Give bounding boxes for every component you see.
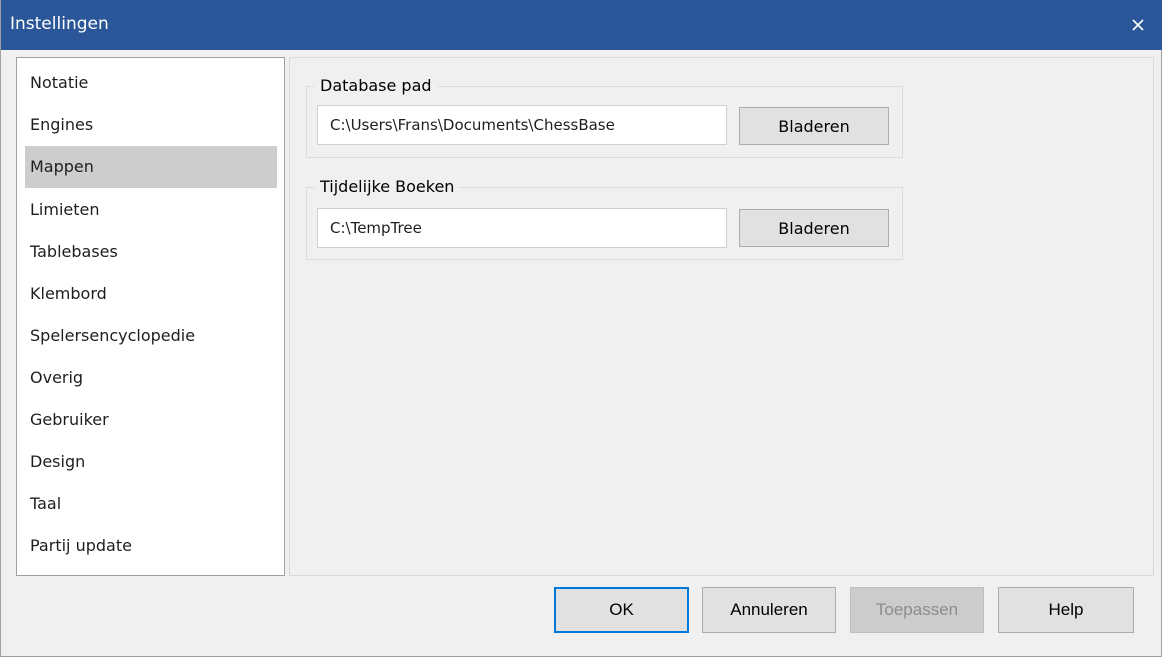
- sidebar-item-design[interactable]: Design: [25, 441, 277, 483]
- sidebar-item-gebruiker[interactable]: Gebruiker: [25, 399, 277, 441]
- sidebar-item-mappen[interactable]: Mappen: [25, 146, 277, 188]
- database-path-browse-button[interactable]: Bladeren: [739, 107, 889, 145]
- help-button[interactable]: Help: [998, 587, 1134, 633]
- settings-content-panel: Database pad C:\Users\Frans\Documents\Ch…: [289, 57, 1154, 576]
- sidebar-item-spelersencyclopedie[interactable]: Spelersencyclopedie: [25, 315, 277, 357]
- close-icon: [1132, 16, 1144, 35]
- temp-books-path-input[interactable]: C:\TempTree: [317, 208, 727, 248]
- settings-dialog: Instellingen Notatie Engines Mappen Limi…: [0, 0, 1162, 657]
- sidebar-item-klembord[interactable]: Klembord: [25, 273, 277, 315]
- database-path-legend: Database pad: [314, 76, 438, 95]
- sidebar-item-partij-update[interactable]: Partij update: [25, 525, 277, 567]
- sidebar-item-overig[interactable]: Overig: [25, 357, 277, 399]
- database-path-input[interactable]: C:\Users\Frans\Documents\ChessBase: [317, 105, 727, 145]
- database-path-group: Database pad C:\Users\Frans\Documents\Ch…: [306, 76, 903, 158]
- close-button[interactable]: [1113, 0, 1162, 50]
- settings-category-list: Notatie Engines Mappen Limieten Tablebas…: [16, 57, 285, 576]
- sidebar-item-taal[interactable]: Taal: [25, 483, 277, 525]
- temp-books-legend: Tijdelijke Boeken: [314, 177, 461, 196]
- temp-books-group: Tijdelijke Boeken C:\TempTree Bladeren: [306, 177, 903, 260]
- sidebar-item-engines[interactable]: Engines: [25, 104, 277, 146]
- cancel-button[interactable]: Annuleren: [702, 587, 836, 633]
- sidebar-item-limieten[interactable]: Limieten: [25, 189, 277, 231]
- sidebar-item-notatie[interactable]: Notatie: [25, 62, 277, 104]
- ok-button[interactable]: OK: [554, 587, 689, 633]
- title-bar[interactable]: Instellingen: [1, 0, 1162, 50]
- sidebar-item-tablebases[interactable]: Tablebases: [25, 231, 277, 273]
- temp-books-browse-button[interactable]: Bladeren: [739, 209, 889, 247]
- apply-button[interactable]: Toepassen: [850, 587, 984, 633]
- window-title: Instellingen: [10, 14, 109, 34]
